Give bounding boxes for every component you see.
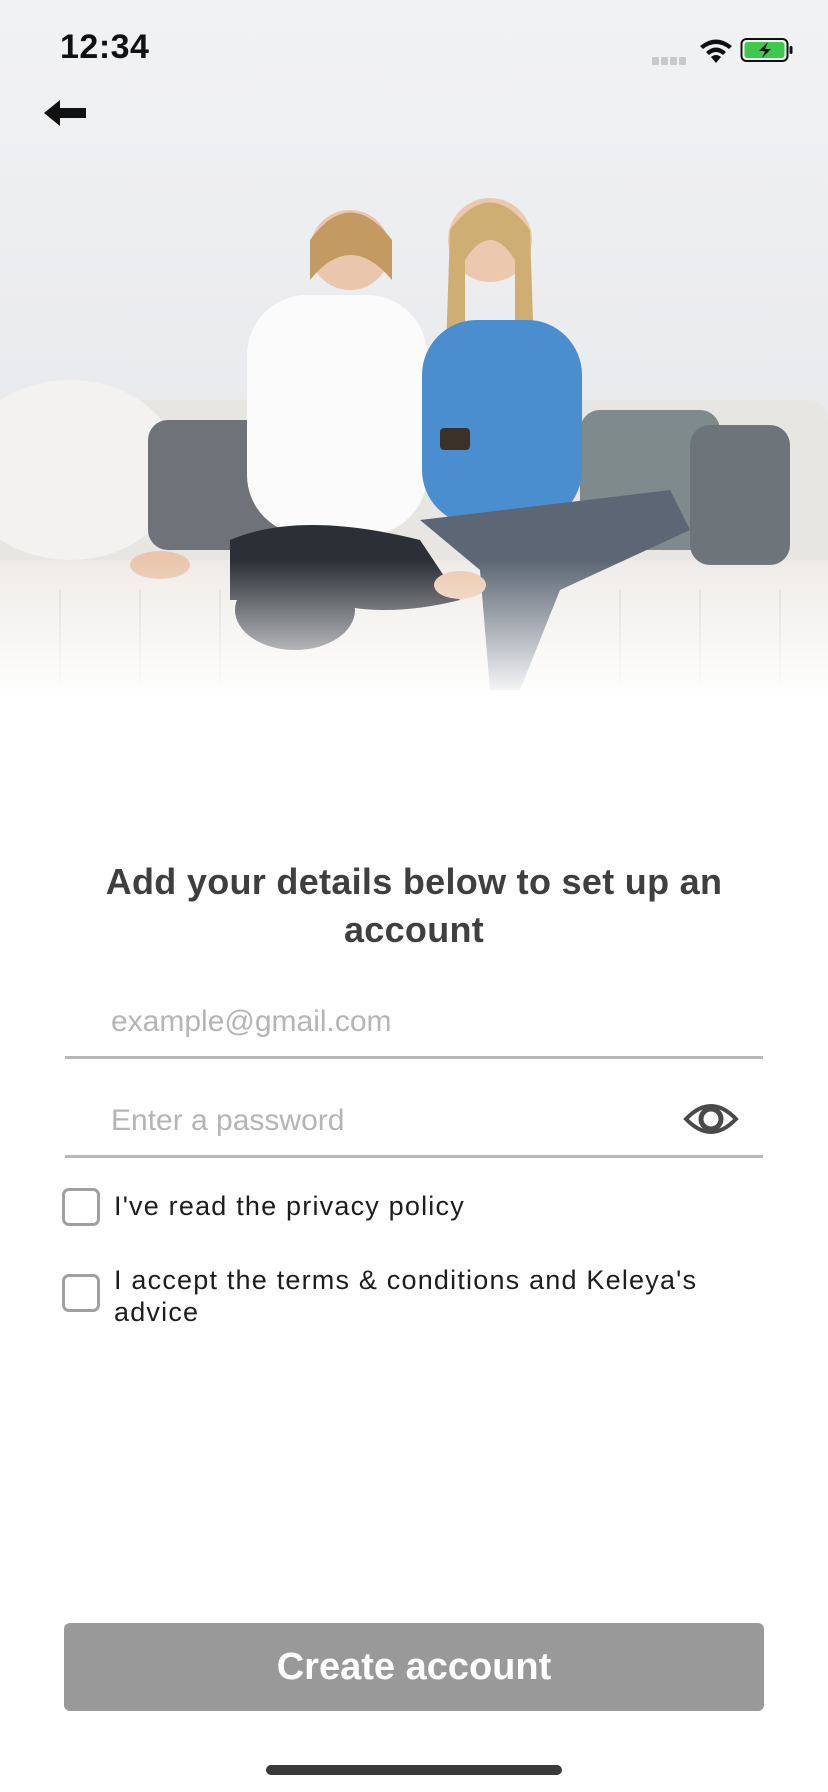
password-field[interactable] — [65, 1089, 763, 1158]
hero-fade-overlay — [0, 560, 828, 700]
cellular-signal-icon — [652, 52, 692, 65]
hero-photo — [0, 0, 828, 700]
status-bar: 12:34 — [0, 0, 828, 100]
email-field[interactable] — [65, 990, 763, 1059]
battery-charging-icon — [740, 38, 793, 62]
back-arrow-icon — [44, 100, 86, 126]
password-input[interactable] — [111, 1099, 671, 1143]
home-indicator — [266, 1765, 562, 1775]
privacy-policy-row[interactable]: I've read the privacy policy — [62, 1188, 762, 1226]
privacy-policy-label: I've read the privacy policy — [114, 1191, 465, 1221]
privacy-policy-checkbox[interactable] — [62, 1188, 100, 1226]
terms-label: I accept the terms & conditions and Kele… — [114, 1265, 698, 1327]
wifi-icon — [700, 39, 732, 63]
email-input[interactable] — [111, 1000, 671, 1044]
terms-row[interactable]: I accept the terms & conditions and Kele… — [62, 1264, 762, 1328]
form-heading: Add your details below to set up an acco… — [105, 861, 723, 950]
back-button[interactable] — [44, 98, 94, 132]
create-account-button[interactable]: Create account — [64, 1623, 764, 1711]
eye-icon[interactable] — [683, 1097, 739, 1141]
terms-checkbox[interactable] — [62, 1274, 100, 1312]
status-time: 12:34 — [60, 28, 150, 66]
